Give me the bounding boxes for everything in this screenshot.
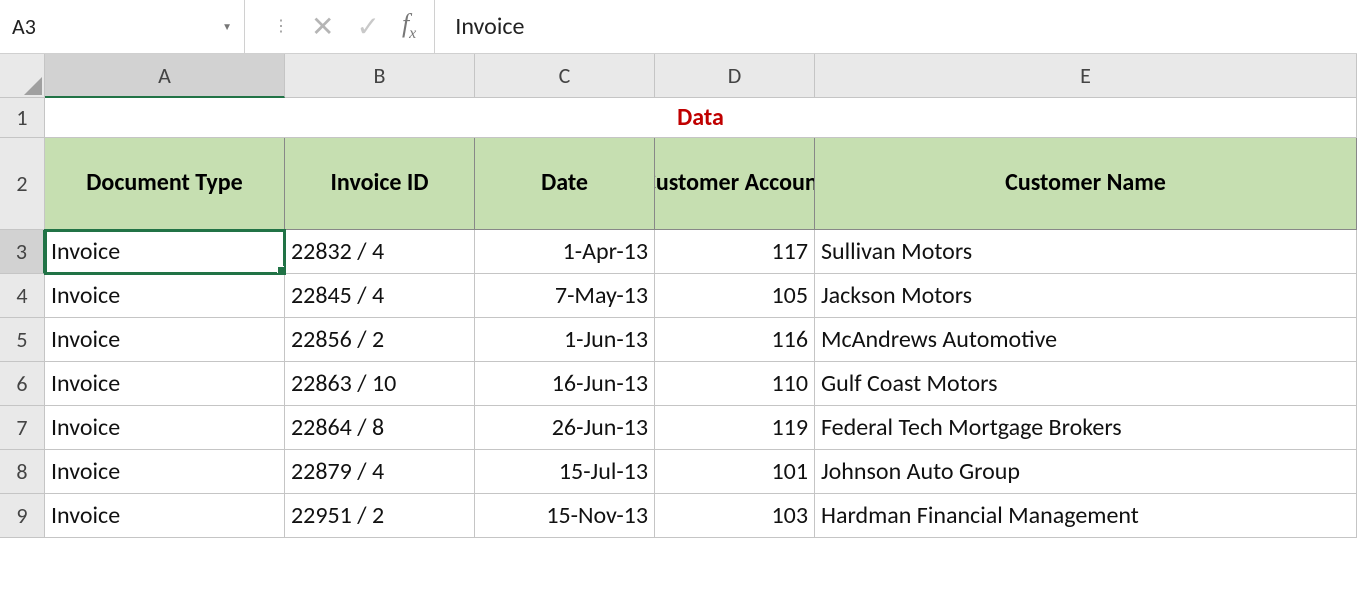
- cell-B4[interactable]: 22845 / 4: [285, 274, 475, 318]
- cell-E5[interactable]: McAndrews Automotive: [815, 318, 1357, 362]
- enter-icon[interactable]: ✓: [356, 9, 379, 44]
- cell-A9[interactable]: Invoice: [45, 494, 285, 538]
- cell-E6[interactable]: Gulf Coast Motors: [815, 362, 1357, 406]
- cell-E8[interactable]: Johnson Auto Group: [815, 450, 1357, 494]
- name-box-dropdown-icon[interactable]: ▼: [222, 20, 232, 33]
- cell-C7[interactable]: 26-Jun-13: [475, 406, 655, 450]
- cell-D6[interactable]: 110: [655, 362, 815, 406]
- cell-B8[interactable]: 22879 / 4: [285, 450, 475, 494]
- col-header-D[interactable]: D: [655, 54, 815, 98]
- table-header-A[interactable]: Document Type: [45, 138, 285, 230]
- cell-A5[interactable]: Invoice: [45, 318, 285, 362]
- row-header-8[interactable]: 8: [0, 450, 45, 494]
- cell-B5[interactable]: 22856 / 2: [285, 318, 475, 362]
- cell-C5[interactable]: 1-Jun-13: [475, 318, 655, 362]
- cell-A4[interactable]: Invoice: [45, 274, 285, 318]
- cell-C4[interactable]: 7-May-13: [475, 274, 655, 318]
- title-cell[interactable]: Data: [45, 98, 1357, 138]
- cell-C3[interactable]: 1-Apr-13: [475, 230, 655, 274]
- spreadsheet-grid: ABCDE1Data2Document TypeInvoice IDDateCu…: [0, 54, 1357, 538]
- cell-A8[interactable]: Invoice: [45, 450, 285, 494]
- name-box-value: A3: [12, 13, 216, 40]
- more-icon[interactable]: ⋮: [273, 25, 289, 29]
- formula-input-value: Invoice: [455, 12, 524, 41]
- col-header-B[interactable]: B: [285, 54, 475, 98]
- cell-A7[interactable]: Invoice: [45, 406, 285, 450]
- row-header-3[interactable]: 3: [0, 230, 45, 274]
- row-header-4[interactable]: 4: [0, 274, 45, 318]
- cell-C6[interactable]: 16-Jun-13: [475, 362, 655, 406]
- cell-E3[interactable]: Sullivan Motors: [815, 230, 1357, 274]
- table-header-E[interactable]: Customer Name: [815, 138, 1357, 230]
- cell-E4[interactable]: Jackson Motors: [815, 274, 1357, 318]
- cell-A6[interactable]: Invoice: [45, 362, 285, 406]
- cell-D7[interactable]: 119: [655, 406, 815, 450]
- col-header-C[interactable]: C: [475, 54, 655, 98]
- cell-D4[interactable]: 105: [655, 274, 815, 318]
- table-header-D[interactable]: Customer Account: [655, 138, 815, 230]
- formula-bar: A3 ▼ ⋮ ✕ ✓ fx Invoice: [0, 0, 1357, 54]
- fx-icon[interactable]: fx: [402, 9, 416, 43]
- formula-input[interactable]: Invoice: [435, 0, 1357, 53]
- cell-D8[interactable]: 101: [655, 450, 815, 494]
- cell-B3[interactable]: 22832 / 4: [285, 230, 475, 274]
- cancel-icon[interactable]: ✕: [311, 9, 334, 44]
- row-header-1[interactable]: 1: [0, 98, 45, 138]
- name-box[interactable]: A3 ▼: [0, 0, 245, 53]
- row-header-7[interactable]: 7: [0, 406, 45, 450]
- table-header-B[interactable]: Invoice ID: [285, 138, 475, 230]
- cell-A3[interactable]: Invoice: [45, 230, 285, 274]
- cell-B7[interactable]: 22864 / 8: [285, 406, 475, 450]
- col-header-E[interactable]: E: [815, 54, 1357, 98]
- cell-B6[interactable]: 22863 / 10: [285, 362, 475, 406]
- cell-D3[interactable]: 117: [655, 230, 815, 274]
- formula-bar-buttons: ⋮ ✕ ✓ fx: [245, 0, 435, 53]
- cell-D5[interactable]: 116: [655, 318, 815, 362]
- row-header-5[interactable]: 5: [0, 318, 45, 362]
- select-all-corner[interactable]: [0, 54, 45, 98]
- col-header-A[interactable]: A: [45, 54, 285, 98]
- cell-D9[interactable]: 103: [655, 494, 815, 538]
- cell-E9[interactable]: Hardman Financial Management: [815, 494, 1357, 538]
- row-header-9[interactable]: 9: [0, 494, 45, 538]
- cell-C9[interactable]: 15-Nov-13: [475, 494, 655, 538]
- cell-B9[interactable]: 22951 / 2: [285, 494, 475, 538]
- cell-C8[interactable]: 15-Jul-13: [475, 450, 655, 494]
- cell-E7[interactable]: Federal Tech Mortgage Brokers: [815, 406, 1357, 450]
- row-header-6[interactable]: 6: [0, 362, 45, 406]
- row-header-2[interactable]: 2: [0, 138, 45, 230]
- table-header-C[interactable]: Date: [475, 138, 655, 230]
